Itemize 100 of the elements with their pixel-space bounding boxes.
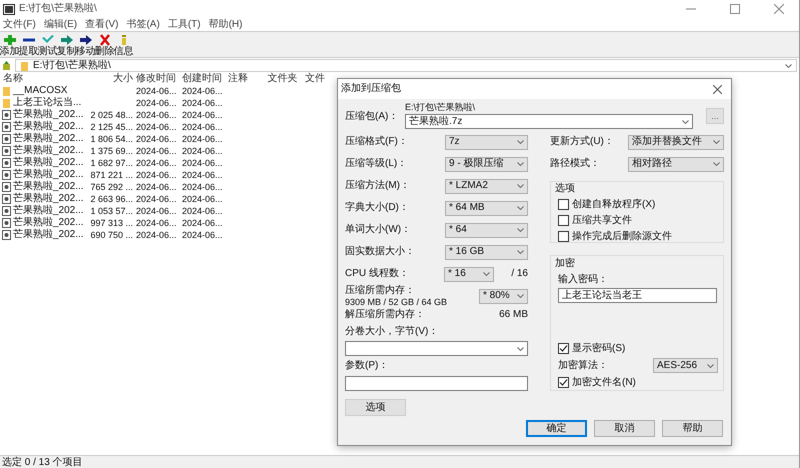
field-label: 压缩等级(L)： (345, 159, 408, 169)
dropdown[interactable]: 添加并替换文件 (628, 134, 724, 150)
file-name[interactable]: 芒果熟啦_202... (13, 146, 84, 156)
memory-usage: 9309 MB / 52 GB / 64 GB (345, 298, 448, 306)
menu-item[interactable]: 编辑(E) (44, 20, 78, 30)
menu-item[interactable]: 工具(T) (168, 20, 201, 30)
dropdown[interactable]: * 64 (445, 222, 528, 238)
field-label: 压缩包(A)： (345, 112, 400, 124)
dropdown[interactable]: 相对路径 (628, 156, 724, 172)
checkbox[interactable] (558, 377, 569, 388)
table-cell: 2024-06... (182, 110, 223, 120)
chevron-down-icon (517, 184, 524, 188)
table-cell: 2024-06... (182, 86, 223, 96)
dropdown[interactable]: 7z (445, 134, 528, 150)
toolbar-button[interactable]: 复制 (58, 34, 75, 57)
dialog-button[interactable]: 取消 (594, 420, 655, 437)
dialog-button[interactable]: 帮助 (662, 420, 723, 437)
chevron-down-icon (517, 250, 524, 254)
group-title: 选项 (555, 184, 576, 194)
chevron-down-icon (517, 162, 524, 166)
input-field[interactable] (345, 376, 528, 391)
table-cell: 2024-06... (182, 158, 223, 168)
file-name[interactable]: __MACOSX (13, 86, 68, 96)
table-cell: 2024-06... (182, 206, 223, 216)
maximize-icon[interactable] (730, 4, 740, 14)
file-name[interactable]: 芒果熟啦_202... (13, 134, 84, 144)
table-cell: 2024-06... (182, 194, 223, 204)
dropdown[interactable]: * 16 (444, 266, 494, 282)
column-header[interactable]: 修改时间 (133, 74, 179, 84)
checkmark-icon (40, 34, 54, 46)
table-cell: 2024-06... (182, 122, 223, 132)
dropdown[interactable]: AES-256 (653, 358, 718, 373)
chevron-down-icon (707, 364, 714, 368)
checkbox[interactable] (558, 199, 569, 210)
toolbar-button[interactable]: 删除 (96, 34, 113, 57)
menu-item[interactable]: 帮助(H) (208, 20, 242, 30)
close-icon[interactable] (774, 4, 784, 14)
address-field[interactable]: E:\打包\芒果熟啦\ (15, 59, 797, 72)
table-cell: 2024-06... (182, 170, 223, 180)
chevron-down-icon (785, 64, 792, 68)
checkbox[interactable] (558, 343, 569, 354)
file-name[interactable]: 芒果熟啦_202... (13, 230, 84, 240)
browse-button[interactable]: ... (706, 108, 724, 124)
toolbar-button[interactable]: 提取 (20, 34, 37, 57)
arrow-right-icon (60, 34, 74, 46)
file-name[interactable]: 上老王论坛当... (13, 98, 82, 108)
checkbox[interactable] (558, 231, 569, 242)
dropdown[interactable]: * 64 MB (445, 200, 528, 216)
column-header[interactable]: 文件夹 (265, 74, 300, 84)
file-name[interactable]: 芒果熟啦_202... (13, 206, 84, 216)
group-title: 加密 (555, 259, 576, 269)
dropdown[interactable]: * 80% (479, 288, 528, 304)
status-bar: 选定 0 / 13 个项目 (0, 455, 799, 468)
checkbox-label: 加密文件名(N) (572, 378, 636, 388)
dropdown[interactable]: 9 - 极限压缩 (445, 156, 528, 172)
toolbar-button[interactable]: 移动 (77, 34, 94, 57)
toolbar-button[interactable]: 信息 (115, 34, 132, 57)
menu-item[interactable]: 查看(V) (85, 20, 118, 30)
table-cell: 2024-06... (136, 170, 177, 180)
chevron-down-icon (713, 140, 720, 144)
chevron-down-icon (517, 140, 524, 144)
checkbox[interactable] (558, 215, 569, 226)
memory-value: 66 MB (499, 310, 528, 320)
menu-item[interactable]: 书签(A) (126, 20, 160, 30)
up-folder-icon[interactable] (2, 61, 11, 70)
plus-icon (2, 34, 16, 46)
dropdown[interactable]: * 16 GB (445, 244, 528, 260)
combo-box[interactable] (345, 341, 528, 356)
column-header[interactable]: 大小 (87, 74, 133, 84)
options-button[interactable]: 选项 (345, 399, 406, 416)
toolbar-button[interactable]: 测试 (39, 34, 56, 57)
password-field[interactable]: 上老王论坛当老王 (558, 288, 717, 303)
table-cell: 2 663 96... (90, 194, 133, 204)
field-label: 加密算法： (558, 360, 608, 370)
field-label: 解压缩所需内存： (345, 310, 425, 320)
table-cell: 765 292 ... (90, 182, 133, 192)
table-cell: 2 025 48... (90, 110, 133, 120)
column-header[interactable]: 创建时间 (179, 74, 225, 84)
table-cell: 2024-06... (182, 230, 223, 240)
file-name[interactable]: 芒果熟啦_202... (13, 218, 84, 228)
dialog-button[interactable]: 确定 (526, 420, 587, 437)
dropdown[interactable]: * LZMA2 (445, 178, 528, 194)
table-cell: 2024-06... (182, 98, 223, 108)
file-name[interactable]: 芒果熟啦_202... (13, 182, 84, 192)
menu-item[interactable]: 文件(F) (3, 20, 36, 30)
close-icon[interactable] (713, 84, 722, 94)
chevron-down-icon (713, 162, 720, 166)
file-name[interactable]: 芒果熟啦_202... (13, 158, 84, 168)
column-header[interactable]: 名称 (3, 74, 87, 84)
checkbox-label: 创建自释放程序(X) (572, 200, 656, 210)
column-header[interactable]: 注释 (225, 74, 265, 84)
combo-box[interactable]: 芒果熟啦.7z (405, 114, 693, 129)
file-name[interactable]: 芒果熟啦_202... (13, 122, 84, 132)
file-name[interactable]: 芒果熟啦_202... (13, 194, 84, 204)
column-header[interactable]: 文件 (300, 74, 330, 84)
toolbar-button[interactable]: 添加 (1, 34, 18, 57)
file-name[interactable]: 芒果熟啦_202... (13, 170, 84, 180)
field-label: 固实数据大小： (345, 247, 415, 257)
file-name[interactable]: 芒果熟啦_202... (13, 110, 84, 120)
table-cell: 2024-06... (136, 206, 177, 216)
